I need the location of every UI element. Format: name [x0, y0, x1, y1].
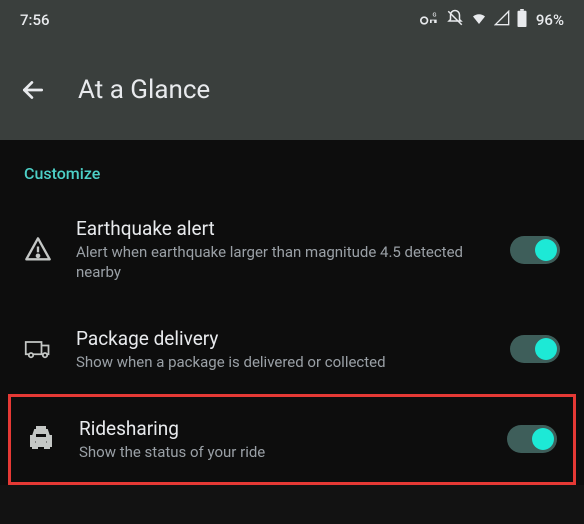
taxi-icon: [27, 425, 55, 453]
warning-triangle-icon: [24, 236, 52, 264]
setting-earthquake[interactable]: Earthquake alert Alert when earthquake l…: [0, 195, 584, 305]
toggle-knob: [535, 239, 557, 261]
setting-text: Earthquake alert Alert when earthquake l…: [76, 217, 486, 283]
page-title: At a Glance: [78, 75, 210, 105]
notification-silent-icon: [446, 9, 464, 31]
setting-subtitle: Alert when earthquake larger than magnit…: [76, 242, 486, 283]
toggle-knob: [535, 338, 557, 360]
setting-ridesharing[interactable]: Ridesharing Show the status of your ride: [11, 397, 573, 482]
toggle-switch[interactable]: [510, 335, 560, 363]
section-label: Customize: [0, 164, 584, 195]
setting-subtitle: Show when a package is delivered or coll…: [76, 352, 486, 372]
status-icons: G: [420, 9, 528, 31]
content: Customize Earthquake alert Alert when ea…: [0, 140, 584, 485]
setting-title: Ridesharing: [79, 417, 483, 440]
setting-package[interactable]: Package delivery Show when a package is …: [0, 305, 584, 394]
setting-title: Package delivery: [76, 327, 486, 350]
svg-text:G: G: [432, 12, 436, 18]
setting-text: Ridesharing Show the status of your ride: [79, 417, 483, 462]
toggle-knob: [532, 428, 554, 450]
back-button[interactable]: [20, 77, 46, 103]
signal-icon: [494, 10, 510, 30]
status-bar: 7:56 G 96%: [0, 0, 584, 40]
vpn-icon: G: [420, 11, 440, 29]
highlight-annotation: Ridesharing Show the status of your ride: [8, 394, 576, 485]
setting-text: Package delivery Show when a package is …: [76, 327, 486, 372]
toggle-switch[interactable]: [510, 236, 560, 264]
setting-subtitle: Show the status of your ride: [79, 442, 483, 462]
header-bar: At a Glance: [0, 40, 584, 140]
toggle-switch[interactable]: [507, 425, 557, 453]
status-right: G 96%: [420, 9, 564, 31]
setting-title: Earthquake alert: [76, 217, 486, 240]
truck-icon: [24, 335, 52, 363]
wifi-icon: [470, 9, 488, 31]
battery-percent: 96%: [536, 11, 564, 29]
status-time: 7:56: [20, 11, 50, 29]
battery-icon: [516, 9, 528, 31]
